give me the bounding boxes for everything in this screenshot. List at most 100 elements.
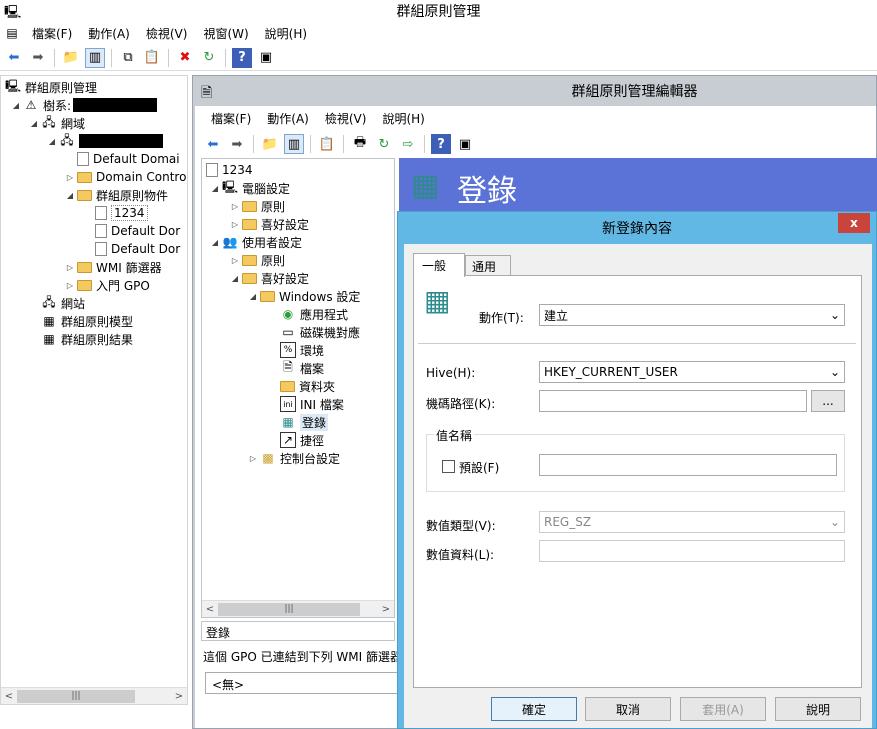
scroll-right-icon[interactable]: > — [378, 604, 394, 615]
tree-node-forest[interactable]: ◢ ⚠ 樹系: — [11, 96, 158, 114]
tree-node-wmi[interactable]: ▷ WMI 篩選器 — [65, 258, 162, 276]
editor-properties-icon[interactable]: ▣ — [455, 134, 475, 154]
cancel-button[interactable]: 取消 — [585, 697, 671, 721]
refresh-icon[interactable]: ↻ — [199, 48, 219, 68]
etree-registry[interactable]: ▦ 登錄 — [280, 413, 329, 431]
separator — [54, 48, 55, 67]
etree-user-policies[interactable]: ▷ 原則 — [230, 251, 285, 269]
export-icon[interactable]: ⇨ — [398, 134, 418, 154]
editor-menu-file[interactable]: 檔案(F) — [203, 110, 259, 127]
tree-node-starter-gpo[interactable]: ▷ 入門 GPO — [65, 276, 150, 294]
tree-node-1234[interactable]: 1234 — [95, 204, 148, 222]
divider — [418, 343, 856, 344]
keypath-input[interactable] — [539, 390, 807, 412]
tree-node-sites[interactable]: 🖧 網站 — [41, 294, 85, 312]
tree-node-results[interactable]: ▦ 群組原則結果 — [41, 330, 133, 348]
etree-drive-maps[interactable]: ▭ 磁碟機對應 — [280, 323, 360, 341]
tree-node-default-dor-2[interactable]: Default Dor — [95, 240, 180, 258]
etree-computer-policies[interactable]: ▷ 原則 — [230, 197, 285, 215]
default-checkbox[interactable] — [442, 460, 455, 473]
value-type-select[interactable]: REG_SZ ⌄ — [539, 511, 845, 533]
editor-menu-help[interactable]: 說明(H) — [374, 110, 432, 127]
scroll-left-icon[interactable]: < — [202, 604, 218, 615]
tree-label: Default Domai — [93, 152, 180, 166]
separator — [168, 48, 169, 67]
properties-icon[interactable]: ▣ — [256, 48, 276, 68]
tab-general[interactable]: 一般 — [413, 253, 465, 277]
editor-menu-action[interactable]: 動作(A) — [259, 110, 317, 127]
scroll-left-icon[interactable]: < — [1, 691, 17, 702]
redacted-block — [73, 98, 158, 112]
dialog-close-button[interactable]: x — [838, 213, 870, 233]
value-name-input[interactable] — [539, 454, 837, 476]
editor-help-icon[interactable]: ? — [431, 134, 451, 154]
editor-forward-icon[interactable]: ➡ — [227, 134, 247, 154]
tree-label: 群組原則模型 — [61, 314, 134, 329]
action-select[interactable]: 建立 ⌄ — [539, 304, 845, 326]
editor-menu-view[interactable]: 檢視(V) — [317, 110, 375, 127]
paste-icon[interactable]: 📋 — [142, 48, 162, 68]
scroll-thumb[interactable]: ||| — [17, 689, 135, 703]
help-button[interactable]: 說明 — [775, 697, 861, 721]
etree-computer[interactable]: ◢ 🖳 電腦設定 — [210, 179, 290, 197]
menu-file[interactable]: 檔案(F) — [24, 25, 80, 42]
help-icon[interactable]: ? — [232, 47, 252, 68]
menu-help[interactable]: 說明(H) — [257, 25, 315, 42]
tree-node-default-dor-1[interactable]: Default Dor — [95, 222, 180, 240]
etree-applications[interactable]: ◉ 應用程式 — [280, 305, 348, 323]
etree-windows-settings[interactable]: ◢ Windows 設定 — [248, 287, 360, 305]
editor-paste-icon[interactable]: 📋 — [317, 134, 337, 154]
editor-up-folder-icon[interactable]: 📁 — [260, 134, 280, 154]
tree-node-domain-controllers[interactable]: ▷ Domain Contro — [65, 168, 187, 186]
back-icon[interactable]: ⬅ — [4, 48, 24, 68]
etree-environment[interactable]: % 環境 — [280, 341, 324, 359]
etree-files[interactable]: 🗎 檔案 — [280, 359, 324, 377]
value-data-input[interactable] — [539, 540, 845, 562]
editor-status: 登錄 — [201, 621, 395, 641]
browse-button[interactable]: ... — [811, 390, 845, 412]
hive-select[interactable]: HKEY_CURRENT_USER ⌄ — [539, 361, 845, 383]
wmi-filter-select[interactable]: <無> — [205, 672, 401, 694]
ok-button[interactable]: 確定 — [491, 697, 577, 721]
tree-label: 原則 — [261, 253, 286, 268]
etree-ini-files[interactable]: ini INI 檔案 — [280, 395, 344, 413]
hive-label: Hive(H): — [426, 366, 476, 380]
forward-icon[interactable]: ➡ — [28, 48, 48, 68]
value-type-label: 數值類型(V): — [426, 519, 496, 533]
show-tree-icon[interactable]: ▥ — [85, 47, 105, 68]
tree-node-domains[interactable]: ◢ 🖧 網域 — [29, 114, 85, 132]
tree-node-default-domain[interactable]: Default Domai — [77, 150, 180, 168]
scroll-right-icon[interactable]: > — [171, 691, 187, 702]
chevron-down-icon: ⌄ — [829, 365, 840, 379]
etree-computer-prefs[interactable]: ▷ 喜好設定 — [230, 215, 309, 233]
main-tree-hscroll[interactable]: < ||| > — [1, 687, 187, 704]
copy-icon[interactable]: ⧉ — [118, 48, 138, 68]
etree-control-panel[interactable]: ▷ ▩ 控制台設定 — [248, 449, 340, 467]
tab-common[interactable]: 通用 — [465, 255, 511, 276]
tree-node-gpm[interactable]: 🖳 群組原則管理 — [5, 78, 97, 96]
etree-user[interactable]: ◢ 👥 使用者設定 — [210, 233, 302, 251]
tree-node-modeling[interactable]: ▦ 群組原則模型 — [41, 312, 133, 330]
menu-action[interactable]: 動作(A) — [80, 25, 138, 42]
delete-icon[interactable]: ✖ — [175, 48, 195, 68]
registry-icon: ▦ — [424, 284, 451, 317]
close-icon: x — [850, 216, 858, 230]
apply-button[interactable]: 套用(A) — [680, 697, 766, 721]
up-folder-icon[interactable]: 📁 — [61, 48, 81, 68]
etree-folders[interactable]: 資料夾 — [280, 377, 335, 395]
editor-tree-hscroll[interactable]: < ||| > — [202, 600, 394, 617]
etree-shortcuts[interactable]: ↗ 捷徑 — [280, 431, 324, 449]
menu-view[interactable]: 檢視(V) — [138, 25, 196, 42]
chevron-down-icon: ⌄ — [829, 515, 840, 529]
editor-back-icon[interactable]: ⬅ — [203, 134, 223, 154]
menu-window[interactable]: 視窗(W) — [195, 25, 256, 42]
editor-show-tree-icon[interactable]: ▥ — [284, 134, 304, 154]
tree-node-gpo[interactable]: ◢ 群組原則物件 — [65, 186, 168, 204]
etree-1234[interactable]: 1234 — [206, 161, 253, 179]
print-icon[interactable]: 🖶 — [350, 134, 370, 154]
tree-node-domain[interactable]: ◢ 🖧 — [47, 132, 163, 150]
editor-refresh-icon[interactable]: ↻ — [374, 134, 394, 154]
etree-user-prefs[interactable]: ◢ 喜好設定 — [230, 269, 309, 287]
scroll-thumb[interactable]: ||| — [218, 602, 360, 616]
tree-label: 喜好設定 — [261, 271, 310, 286]
